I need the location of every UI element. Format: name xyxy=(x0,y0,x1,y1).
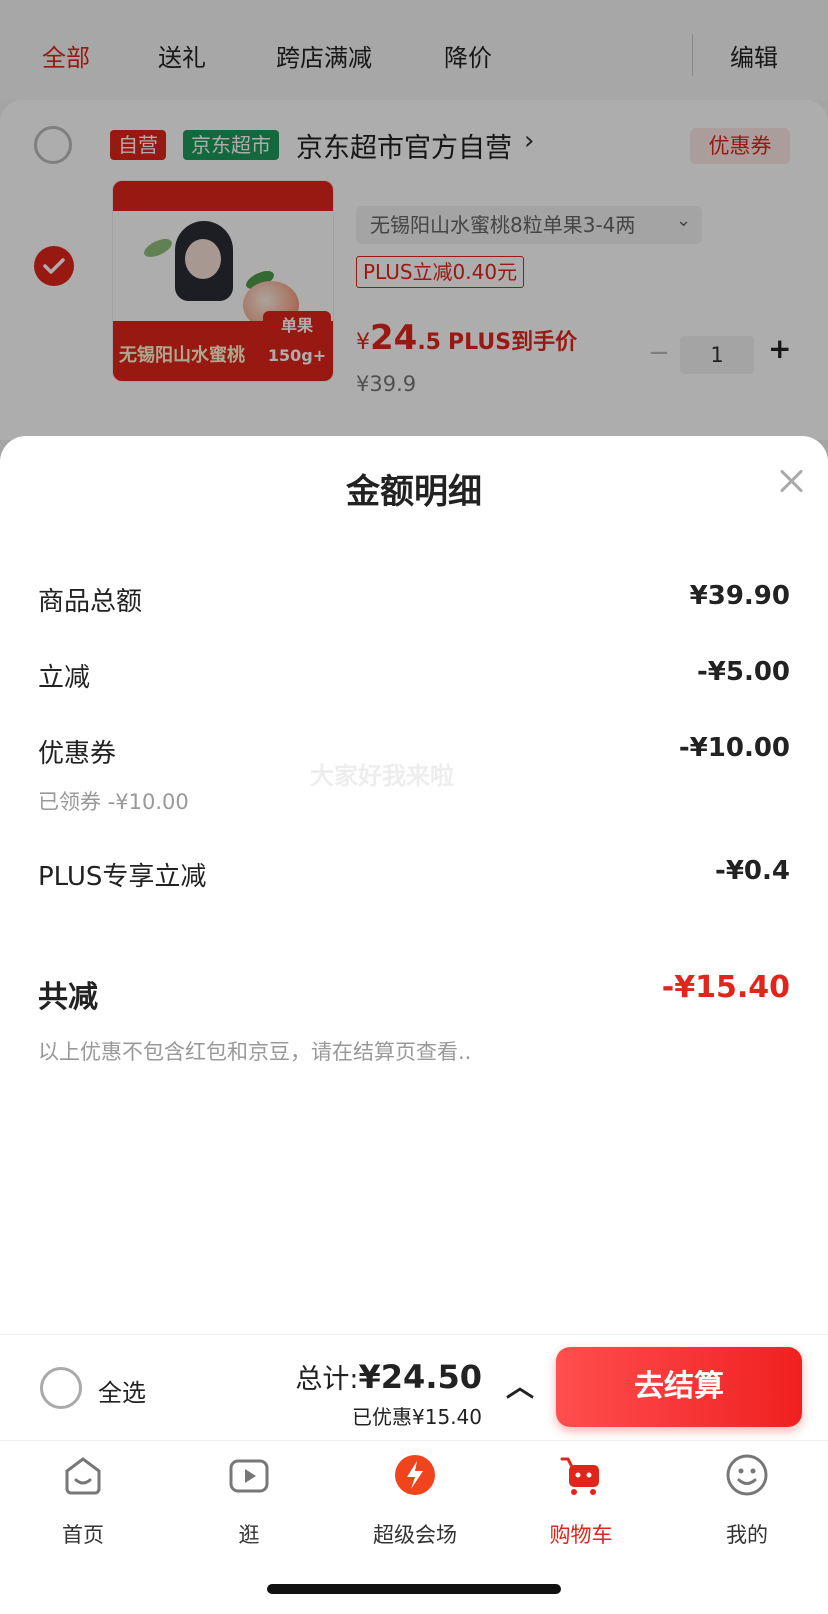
row-sub-coupon: 已领券 -¥10.00 xyxy=(38,790,189,814)
row-label-plus-discount: PLUS专享立减 xyxy=(38,862,207,892)
total-discount-label: 共减 xyxy=(38,980,98,1015)
row-label-instant-discount: 立减 xyxy=(38,663,91,693)
super-venue-icon xyxy=(395,1455,435,1495)
row-value-instant-discount: -¥5.00 xyxy=(696,657,790,687)
tab-profile[interactable]: 我的 xyxy=(664,1453,828,1553)
checkout-button[interactable]: 去结算 xyxy=(556,1347,802,1427)
home-indicator[interactable] xyxy=(267,1584,561,1594)
select-all-radio[interactable] xyxy=(40,1367,82,1409)
tab-label-home: 首页 xyxy=(62,1523,104,1547)
total-amount: ¥24.50 xyxy=(358,1358,482,1396)
select-all-label[interactable]: 全选 xyxy=(98,1373,146,1408)
total-discount-value: -¥15.40 xyxy=(661,970,790,1005)
row-value-plus-discount: -¥0.4 xyxy=(715,856,790,886)
tab-cart[interactable]: 购物车 xyxy=(498,1453,664,1553)
amount-detail-sheet: 金额明细 商品总额 ¥39.90 立减 -¥5.00 优惠券 -¥10.00 已… xyxy=(0,436,828,1334)
tab-label-cart: 购物车 xyxy=(549,1523,613,1547)
tab-label-profile: 我的 xyxy=(726,1523,768,1547)
total-prefix: 总计: xyxy=(295,1364,359,1395)
tab-label-explore: 逛 xyxy=(238,1523,260,1547)
tab-label-super-venue: 超级会场 xyxy=(373,1523,457,1547)
close-icon[interactable] xyxy=(776,466,806,496)
watermark-text: 大家好我来啦 xyxy=(310,762,454,790)
sheet-title: 金额明细 xyxy=(346,472,482,512)
chevron-up-icon[interactable]: ︿ xyxy=(506,1365,534,1405)
home-icon xyxy=(65,1457,101,1495)
row-value-goods-total: ¥39.90 xyxy=(689,581,790,611)
row-label-goods-total: 商品总额 xyxy=(38,587,143,617)
tab-home[interactable]: 首页 xyxy=(0,1453,166,1553)
profile-icon xyxy=(726,1454,768,1496)
play-icon xyxy=(229,1459,269,1493)
cart-icon xyxy=(560,1457,599,1495)
discount-note: 以上优惠不包含红包和京豆，请在结算页查看.. xyxy=(38,1040,472,1064)
saved-amount: 已优惠¥15.40 xyxy=(352,1405,482,1429)
row-value-coupon: -¥10.00 xyxy=(678,733,790,763)
tab-super-venue[interactable]: 超级会场 xyxy=(332,1453,498,1553)
row-label-coupon: 优惠券 xyxy=(38,739,117,769)
total-price: 总计:¥24.50 xyxy=(295,1357,482,1396)
tab-explore[interactable]: 逛 xyxy=(166,1453,332,1553)
checkout-bar: 全选 总计:¥24.50 已优惠¥15.40 ︿ 去结算 xyxy=(0,1334,828,1441)
